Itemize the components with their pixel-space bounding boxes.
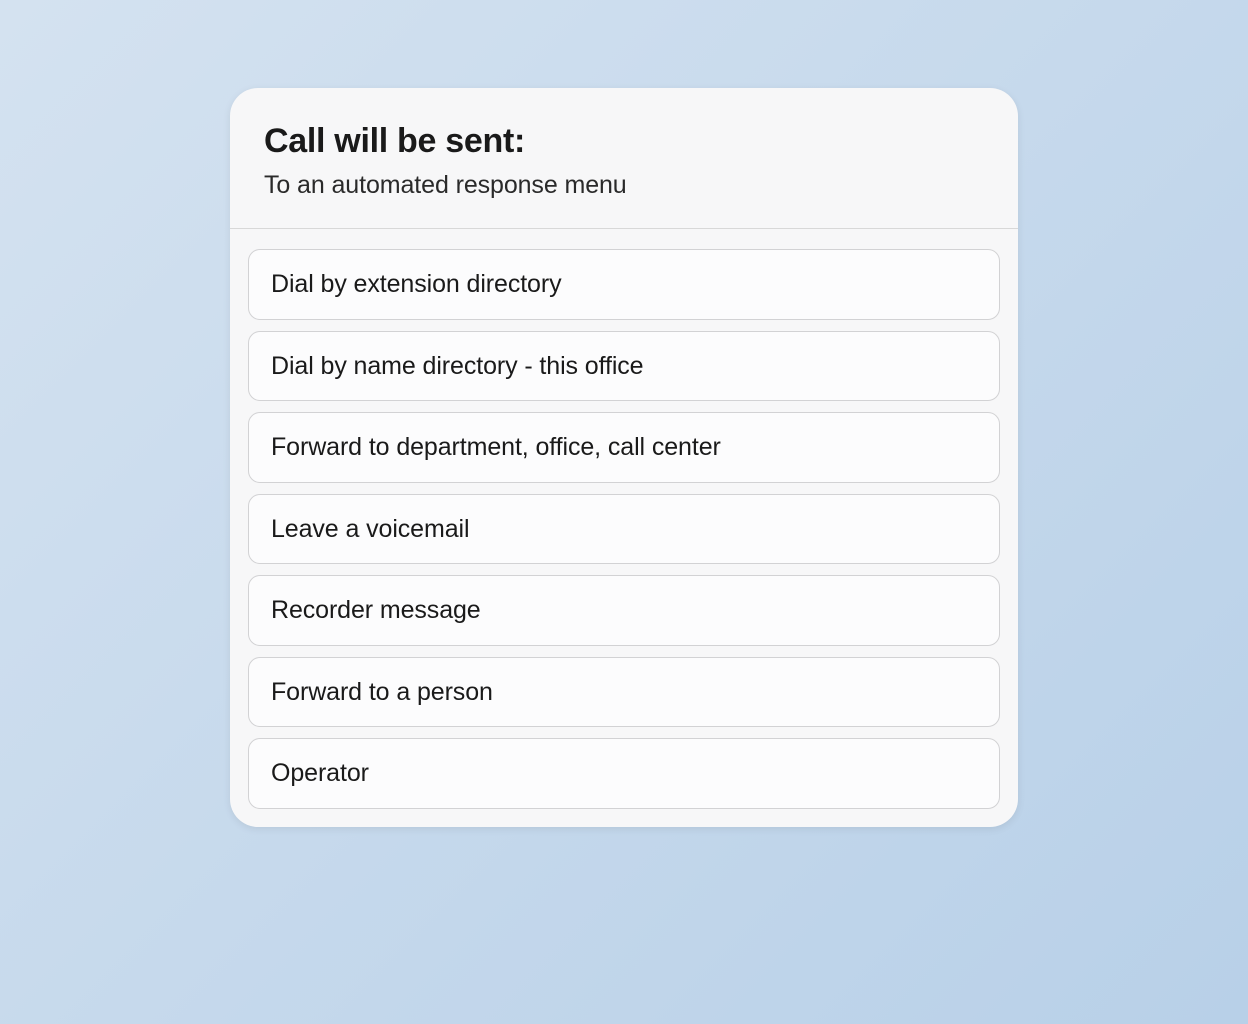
options-list: Dial by extension directory Dial by name…	[230, 229, 1018, 827]
card-subtitle: To an automated response menu	[264, 171, 984, 200]
option-dial-by-name[interactable]: Dial by name directory - this office	[248, 331, 1000, 402]
option-label: Leave a voicemail	[271, 515, 469, 543]
option-label: Recorder message	[271, 596, 481, 624]
option-recorder-message[interactable]: Recorder message	[248, 575, 1000, 646]
option-label: Dial by name directory - this office	[271, 352, 643, 380]
option-forward-person[interactable]: Forward to a person	[248, 657, 1000, 728]
option-label: Forward to a person	[271, 678, 493, 706]
option-operator[interactable]: Operator	[248, 738, 1000, 809]
option-dial-by-extension[interactable]: Dial by extension directory	[248, 249, 1000, 320]
call-routing-card: Call will be sent: To an automated respo…	[230, 88, 1018, 827]
option-label: Forward to department, office, call cent…	[271, 433, 721, 461]
option-forward-department[interactable]: Forward to department, office, call cent…	[248, 412, 1000, 483]
option-label: Dial by extension directory	[271, 270, 562, 298]
card-header: Call will be sent: To an automated respo…	[230, 88, 1018, 229]
option-label: Operator	[271, 759, 369, 787]
card-title: Call will be sent:	[264, 122, 984, 161]
option-leave-voicemail[interactable]: Leave a voicemail	[248, 494, 1000, 565]
